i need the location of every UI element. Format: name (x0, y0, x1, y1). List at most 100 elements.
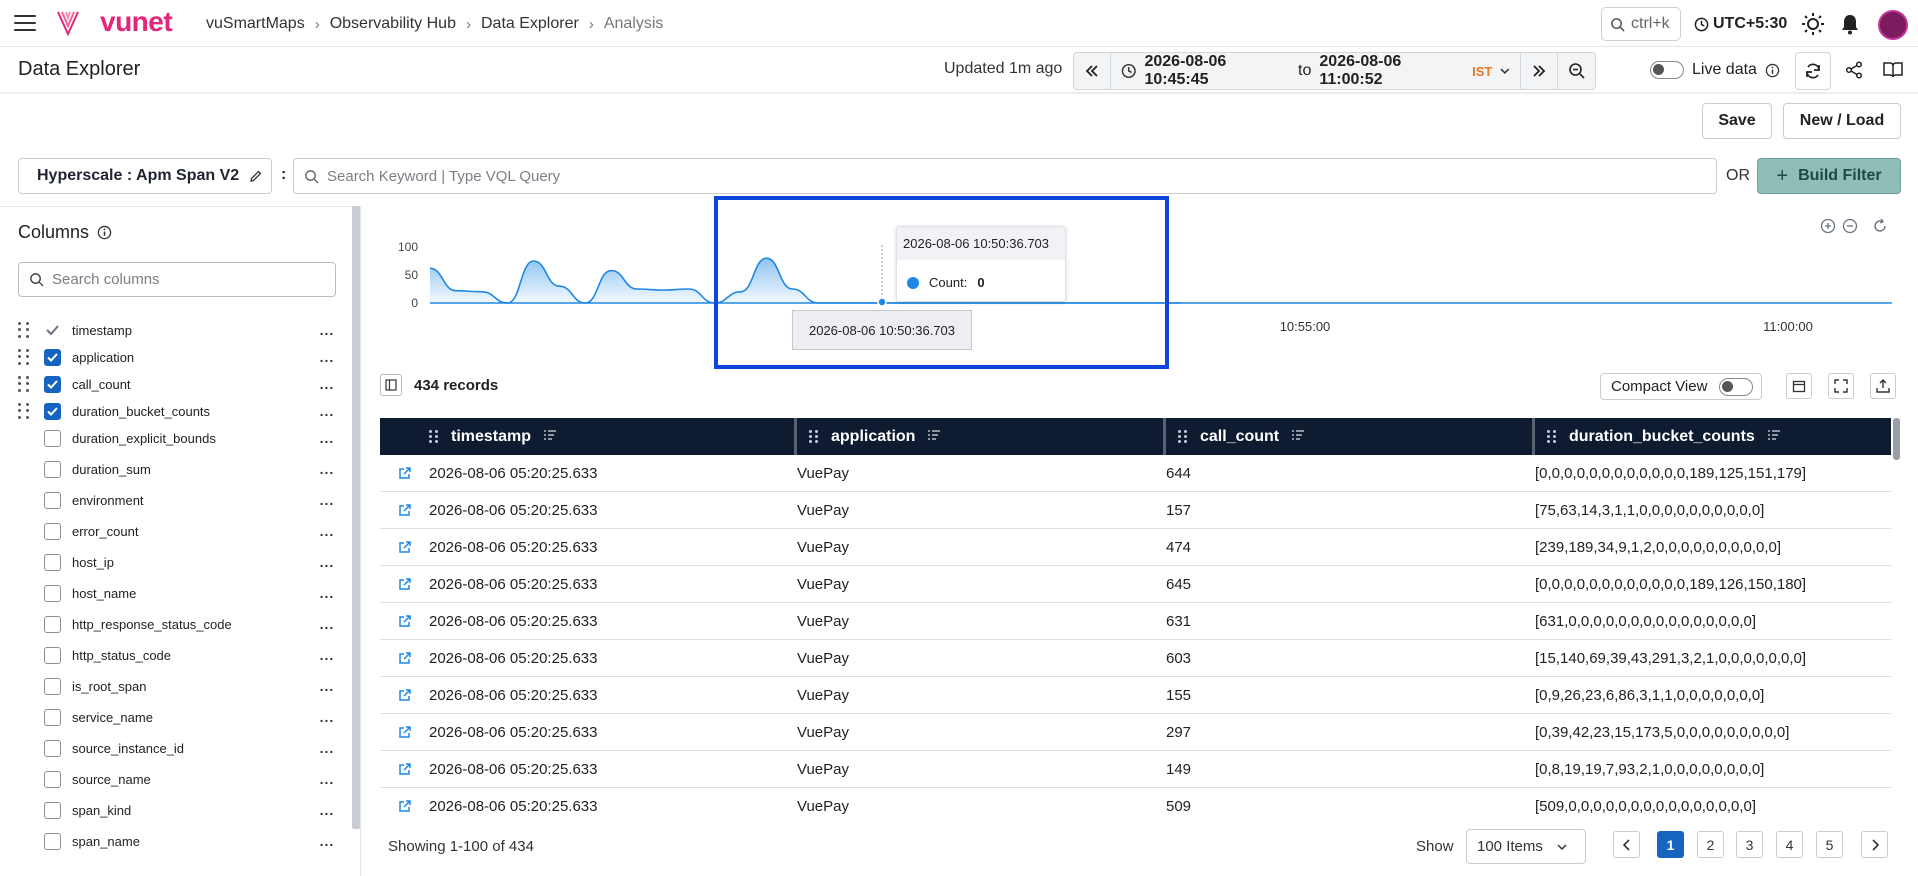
table-row[interactable]: 2026-08-06 05:20:25.633 VuePay 645 [0,0,0,0… (380, 566, 1891, 603)
column-item[interactable]: host_name... (18, 581, 338, 605)
more-options-icon[interactable]: ... (316, 771, 338, 787)
page-button[interactable]: 5 (1816, 831, 1843, 858)
datasource-selector[interactable]: Hyperscale : Apm Span V2 (18, 158, 272, 194)
column-checkbox[interactable] (44, 375, 61, 393)
build-filter-button[interactable]: + Build Filter (1757, 158, 1901, 194)
column-checkbox[interactable] (44, 553, 61, 571)
more-options-icon[interactable]: ... (316, 349, 338, 365)
info-icon[interactable] (97, 225, 112, 240)
open-record-icon[interactable] (380, 762, 429, 776)
drag-handle-icon[interactable] (809, 429, 819, 444)
reset-zoom-icon[interactable] (1872, 218, 1888, 234)
column-item[interactable]: span_kind... (18, 798, 338, 822)
column-item[interactable]: source_name... (18, 767, 338, 791)
more-options-icon[interactable]: ... (316, 523, 338, 539)
column-checkbox[interactable] (44, 429, 61, 447)
zoom-out-button[interactable] (1558, 53, 1595, 89)
calendar-icon[interactable] (1786, 373, 1812, 399)
column-header[interactable]: application (797, 418, 1166, 455)
table-row[interactable]: 2026-08-06 05:20:25.633 VuePay 474 [239,189… (380, 529, 1891, 566)
column-menu-icon[interactable] (543, 428, 557, 446)
drag-handle-icon[interactable] (1547, 429, 1557, 444)
open-record-icon[interactable] (380, 651, 429, 665)
column-item[interactable]: error_count... (18, 519, 338, 543)
table-row[interactable]: 2026-08-06 05:20:25.633 VuePay 155 [0,9,26,… (380, 677, 1891, 714)
page-button[interactable]: 3 (1736, 831, 1763, 858)
live-data-toggle[interactable] (1650, 61, 1684, 79)
save-button[interactable]: Save (1702, 103, 1772, 139)
drag-handle-icon[interactable] (18, 376, 30, 392)
page-button[interactable]: 2 (1697, 831, 1724, 858)
table-row[interactable]: 2026-08-06 05:20:25.633 VuePay 603 [15,140,… (380, 640, 1891, 677)
global-search-button[interactable]: ctrl+k (1601, 7, 1681, 41)
user-avatar[interactable] (1878, 10, 1908, 40)
table-row[interactable]: 2026-08-06 05:20:25.633 VuePay 509 [509,0,0… (380, 788, 1891, 819)
column-menu-icon[interactable] (927, 428, 941, 446)
drag-handle-icon[interactable] (429, 429, 439, 444)
column-checkbox[interactable] (44, 739, 61, 757)
time-back-button[interactable] (1074, 53, 1111, 89)
breadcrumb-item[interactable]: Observability Hub (330, 15, 456, 33)
sidebar-toggle-icon[interactable] (380, 374, 402, 396)
column-item[interactable]: duration_explicit_bounds... (18, 426, 338, 450)
column-menu-icon[interactable] (1291, 428, 1305, 446)
book-icon[interactable] (1883, 61, 1903, 79)
more-options-icon[interactable]: ... (316, 492, 338, 508)
more-options-icon[interactable]: ... (316, 802, 338, 818)
new-load-button[interactable]: New / Load (1783, 103, 1901, 139)
column-header[interactable]: call_count (1166, 418, 1535, 455)
more-options-icon[interactable]: ... (316, 461, 338, 477)
compact-view-control[interactable]: Compact View (1600, 373, 1762, 400)
column-item[interactable]: duration_sum... (18, 457, 338, 481)
table-row[interactable]: 2026-08-06 05:20:25.633 VuePay 297 [0,39,42… (380, 714, 1891, 751)
column-checkbox[interactable] (44, 321, 61, 339)
column-checkbox[interactable] (44, 615, 61, 633)
refresh-button[interactable] (1795, 52, 1831, 90)
more-options-icon[interactable]: ... (316, 430, 338, 446)
drag-handle-icon[interactable] (18, 403, 30, 419)
column-checkbox[interactable] (44, 348, 61, 366)
column-item[interactable]: host_ip... (18, 550, 338, 574)
column-item[interactable]: timestamp... (18, 318, 338, 342)
info-icon[interactable] (1765, 63, 1780, 78)
breadcrumb-item[interactable]: Data Explorer (481, 15, 579, 33)
column-header[interactable]: timestamp (380, 418, 797, 455)
column-item[interactable]: is_root_span... (18, 674, 338, 698)
more-options-icon[interactable]: ... (316, 678, 338, 694)
open-record-icon[interactable] (380, 503, 429, 517)
vql-search-input[interactable]: Search Keyword | Type VQL Query (293, 158, 1717, 194)
column-item[interactable]: application... (18, 345, 338, 369)
drag-handle-icon[interactable] (18, 349, 30, 365)
column-item[interactable]: http_status_code... (18, 643, 338, 667)
column-checkbox[interactable] (44, 832, 61, 850)
column-item[interactable]: call_count... (18, 372, 338, 396)
share-icon[interactable] (1845, 61, 1863, 79)
column-checkbox[interactable] (44, 584, 61, 602)
sidebar-divider[interactable] (360, 206, 361, 876)
table-row[interactable]: 2026-08-06 05:20:25.633 VuePay 631 [631,0,0… (380, 603, 1891, 640)
column-item[interactable]: environment... (18, 488, 338, 512)
export-icon[interactable] (1870, 373, 1896, 399)
open-record-icon[interactable] (380, 614, 429, 628)
time-forward-button[interactable] (1521, 53, 1558, 89)
column-checkbox[interactable] (44, 770, 61, 788)
column-checkbox[interactable] (44, 677, 61, 695)
open-record-icon[interactable] (380, 577, 429, 591)
more-options-icon[interactable]: ... (316, 616, 338, 632)
compact-view-toggle[interactable] (1719, 377, 1754, 396)
menu-icon[interactable] (14, 15, 36, 31)
zoom-in-icon[interactable] (1820, 218, 1836, 234)
open-record-icon[interactable] (380, 725, 429, 739)
column-item[interactable]: duration_bucket_counts... (18, 399, 338, 423)
more-options-icon[interactable]: ... (316, 709, 338, 725)
more-options-icon[interactable]: ... (316, 376, 338, 392)
timezone-selector[interactable]: UTC+5:30 (1694, 15, 1787, 33)
table-row[interactable]: 2026-08-06 05:20:25.633 VuePay 644 [0,0,0,0… (380, 455, 1891, 492)
open-record-icon[interactable] (380, 466, 429, 480)
zoom-out-icon[interactable] (1842, 218, 1858, 234)
more-options-icon[interactable]: ... (316, 322, 338, 338)
more-options-icon[interactable]: ... (316, 647, 338, 663)
bell-icon[interactable] (1838, 12, 1862, 36)
column-checkbox[interactable] (44, 522, 61, 540)
drag-handle-icon[interactable] (18, 322, 30, 338)
